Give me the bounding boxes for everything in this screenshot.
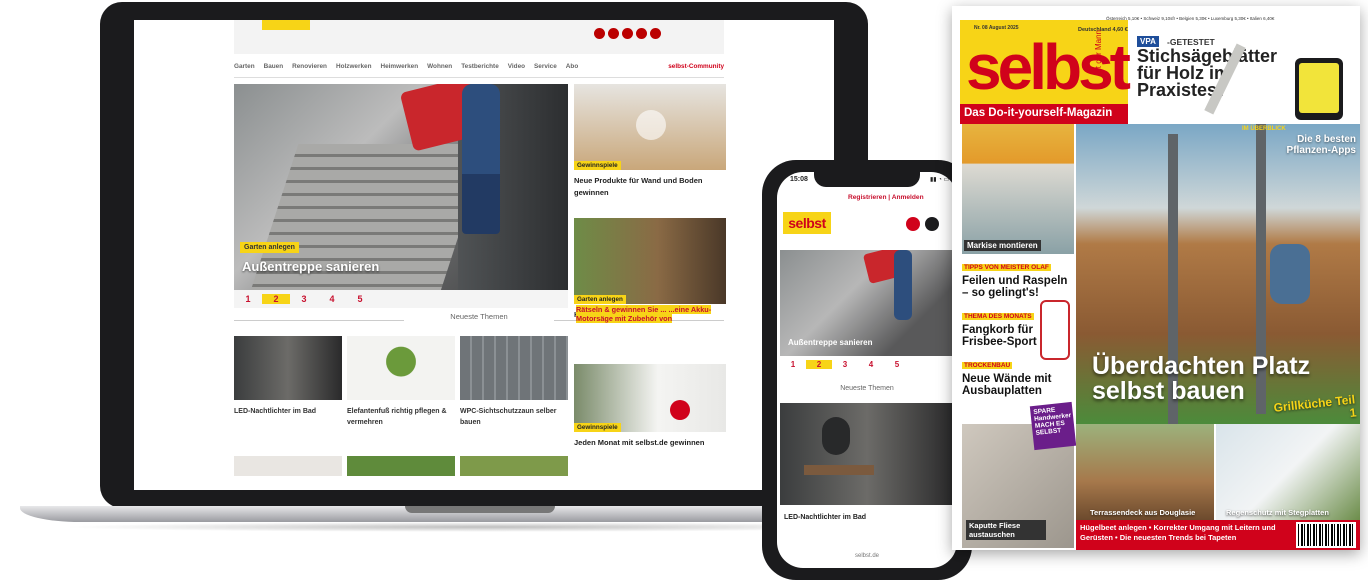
- nav-item-community[interactable]: selbst-Community: [668, 63, 724, 70]
- phone-hero[interactable]: Außentreppe sanieren: [780, 250, 954, 356]
- nav-item-holzwerken[interactable]: Holzwerken: [336, 63, 372, 70]
- hero-category[interactable]: Garten anlegen: [240, 242, 299, 253]
- article-title[interactable]: Elefantenfuß richtig pflegen & vermehren: [347, 406, 455, 428]
- pager-item[interactable]: 3: [832, 360, 858, 369]
- phone-pager: 1 2 3 4 5: [780, 356, 954, 372]
- article-title[interactable]: LED-Nachtlichter im Bad: [234, 406, 342, 417]
- play-icon[interactable]: [636, 110, 666, 140]
- nav-item-garten[interactable]: Garten: [234, 63, 255, 70]
- nav-item-abo[interactable]: Abo: [566, 63, 578, 70]
- pager-item[interactable]: 4: [858, 360, 884, 369]
- thema-title: Fangkorb für Frisbee-Sport: [962, 324, 1037, 348]
- nav-item-renovieren[interactable]: Renovieren: [292, 63, 327, 70]
- main-nav: Garten Bauen Renovieren Holzwerken Heimw…: [234, 56, 724, 78]
- magazine-subtitle: Das Do-it-yourself-Magazin: [960, 104, 1128, 124]
- regen-caption: Regenschutz mit Stegplatten: [1226, 508, 1329, 517]
- search-icon[interactable]: [906, 217, 920, 231]
- web-logo[interactable]: [262, 20, 310, 30]
- phone-article-image[interactable]: [780, 403, 954, 505]
- signal-wifi-battery-icon: ▮▮ ◔ ▭: [930, 177, 950, 183]
- pager-item[interactable]: 5: [346, 294, 374, 304]
- terrasse-image: [1076, 424, 1214, 520]
- prize-badge: [670, 400, 690, 420]
- article-image: [347, 336, 455, 400]
- article-image: [234, 336, 342, 400]
- pager-item[interactable]: 1: [780, 360, 806, 369]
- fangkorb-image: [1040, 300, 1070, 360]
- nav-item-wohnen[interactable]: Wohnen: [427, 63, 452, 70]
- phone-url: selbst.de: [854, 553, 879, 559]
- app-phone-image: [1295, 58, 1343, 120]
- regen-image: [1216, 424, 1360, 520]
- kaputt-label: Kaputte Fliese austauschen: [966, 520, 1046, 540]
- side-image: Garten anlegen: [574, 218, 726, 304]
- magazine-apps: Die 8 besten Pflanzen-Apps: [1286, 134, 1356, 156]
- side-teaser[interactable]: Gewinnspiele Neue Produkte für Wand und …: [574, 84, 726, 199]
- nav-item-service[interactable]: Service: [534, 63, 557, 70]
- pager-item[interactable]: 4: [318, 294, 346, 304]
- magazine-ueberblick: IM ÜBERBLICK: [1242, 126, 1286, 132]
- article-card[interactable]: WPC-Sichtschutzzaun selber bauen: [460, 336, 568, 428]
- article-image: [460, 336, 568, 400]
- hero-teaser[interactable]: Garten anlegen Außentreppe sanieren: [234, 84, 568, 290]
- pager-item[interactable]: 5: [884, 360, 910, 369]
- hero-pager: 1 2 3 4 5: [234, 290, 568, 308]
- hero-title[interactable]: Außentreppe sanieren: [242, 259, 379, 274]
- thema-kicker: THEMA DES MONATS: [962, 313, 1034, 320]
- menu-icon[interactable]: [925, 217, 939, 231]
- terrasse-caption: Terrassendeck aus Douglasie: [1090, 508, 1196, 517]
- nav-item-heimwerken[interactable]: Heimwerken: [380, 63, 418, 70]
- nav-item-bauen[interactable]: Bauen: [264, 63, 284, 70]
- nav-item-video[interactable]: Video: [508, 63, 525, 70]
- nav-item-testberichte[interactable]: Testberichte: [461, 63, 499, 70]
- side-title[interactable]: Neue Produkte für Wand und Boden gewinne…: [574, 175, 726, 199]
- side-tag[interactable]: Gewinnspiele: [574, 161, 621, 170]
- side-image: Gewinnspiele: [574, 84, 726, 170]
- markise-label: Markise montieren: [964, 240, 1041, 251]
- magazine-prices-other: Österreich 5,10€ • Schweiz 9,10sfr • Bel…: [1106, 16, 1275, 21]
- social-icons: [594, 26, 714, 39]
- spare-badge: SPARE Handwerker MACH ES SELBST: [1029, 401, 1077, 451]
- phone-article-title[interactable]: LED-Nachtlichter im Bad: [784, 514, 866, 521]
- article-card[interactable]: Elefantenfuß richtig pflegen & vermehren: [347, 336, 455, 428]
- side-teaser[interactable]: Gewinnspiele Jeden Monat mit selbst.de g…: [574, 364, 726, 449]
- side-tag[interactable]: Garten anlegen: [574, 295, 626, 304]
- phone-section-heading: Neueste Themen: [840, 385, 894, 392]
- tipps-title: Feilen und Raspeln – so gelingt's!: [962, 275, 1068, 299]
- promo-text[interactable]: Rätseln & gewinnen Sie ... ...eine Akku-…: [576, 305, 724, 323]
- trocken-kicker: TROCKENBAU: [962, 362, 1013, 369]
- barcode: [1296, 522, 1356, 548]
- article-card[interactable]: LED-Nachtlichter im Bad: [234, 336, 342, 417]
- laptop-screen: Garten Bauen Renovieren Holzwerken Heimw…: [134, 20, 834, 490]
- phone-logo[interactable]: selbst: [783, 212, 831, 234]
- pager-item[interactable]: 3: [290, 294, 318, 304]
- markise-image: [962, 124, 1074, 254]
- phone-notch: [814, 172, 920, 187]
- login-links[interactable]: Registrieren | Anmelden: [848, 194, 924, 201]
- pager-item[interactable]: 1: [234, 294, 262, 304]
- trocken-title: Neue Wände mit Ausbauplatten: [962, 373, 1052, 397]
- article-title[interactable]: WPC-Sichtschutzzaun selber bauen: [460, 406, 568, 428]
- tipps-kicker: TIPPS VON MEISTER OLAF: [962, 264, 1051, 271]
- phone-time: 15:08: [790, 176, 808, 183]
- side-image: Gewinnspiele: [574, 364, 726, 432]
- laptop-notch: [405, 506, 555, 513]
- side-tag[interactable]: Gewinnspiele: [574, 423, 621, 432]
- side-title[interactable]: Jeden Monat mit selbst.de gewinnen: [574, 437, 726, 449]
- phone-hero-title[interactable]: Außentreppe sanieren: [788, 338, 872, 347]
- pager-item-active[interactable]: 2: [806, 359, 832, 369]
- pager-item-active[interactable]: 2: [262, 294, 290, 304]
- magazine-logo-side: ist der Mann: [1094, 30, 1103, 75]
